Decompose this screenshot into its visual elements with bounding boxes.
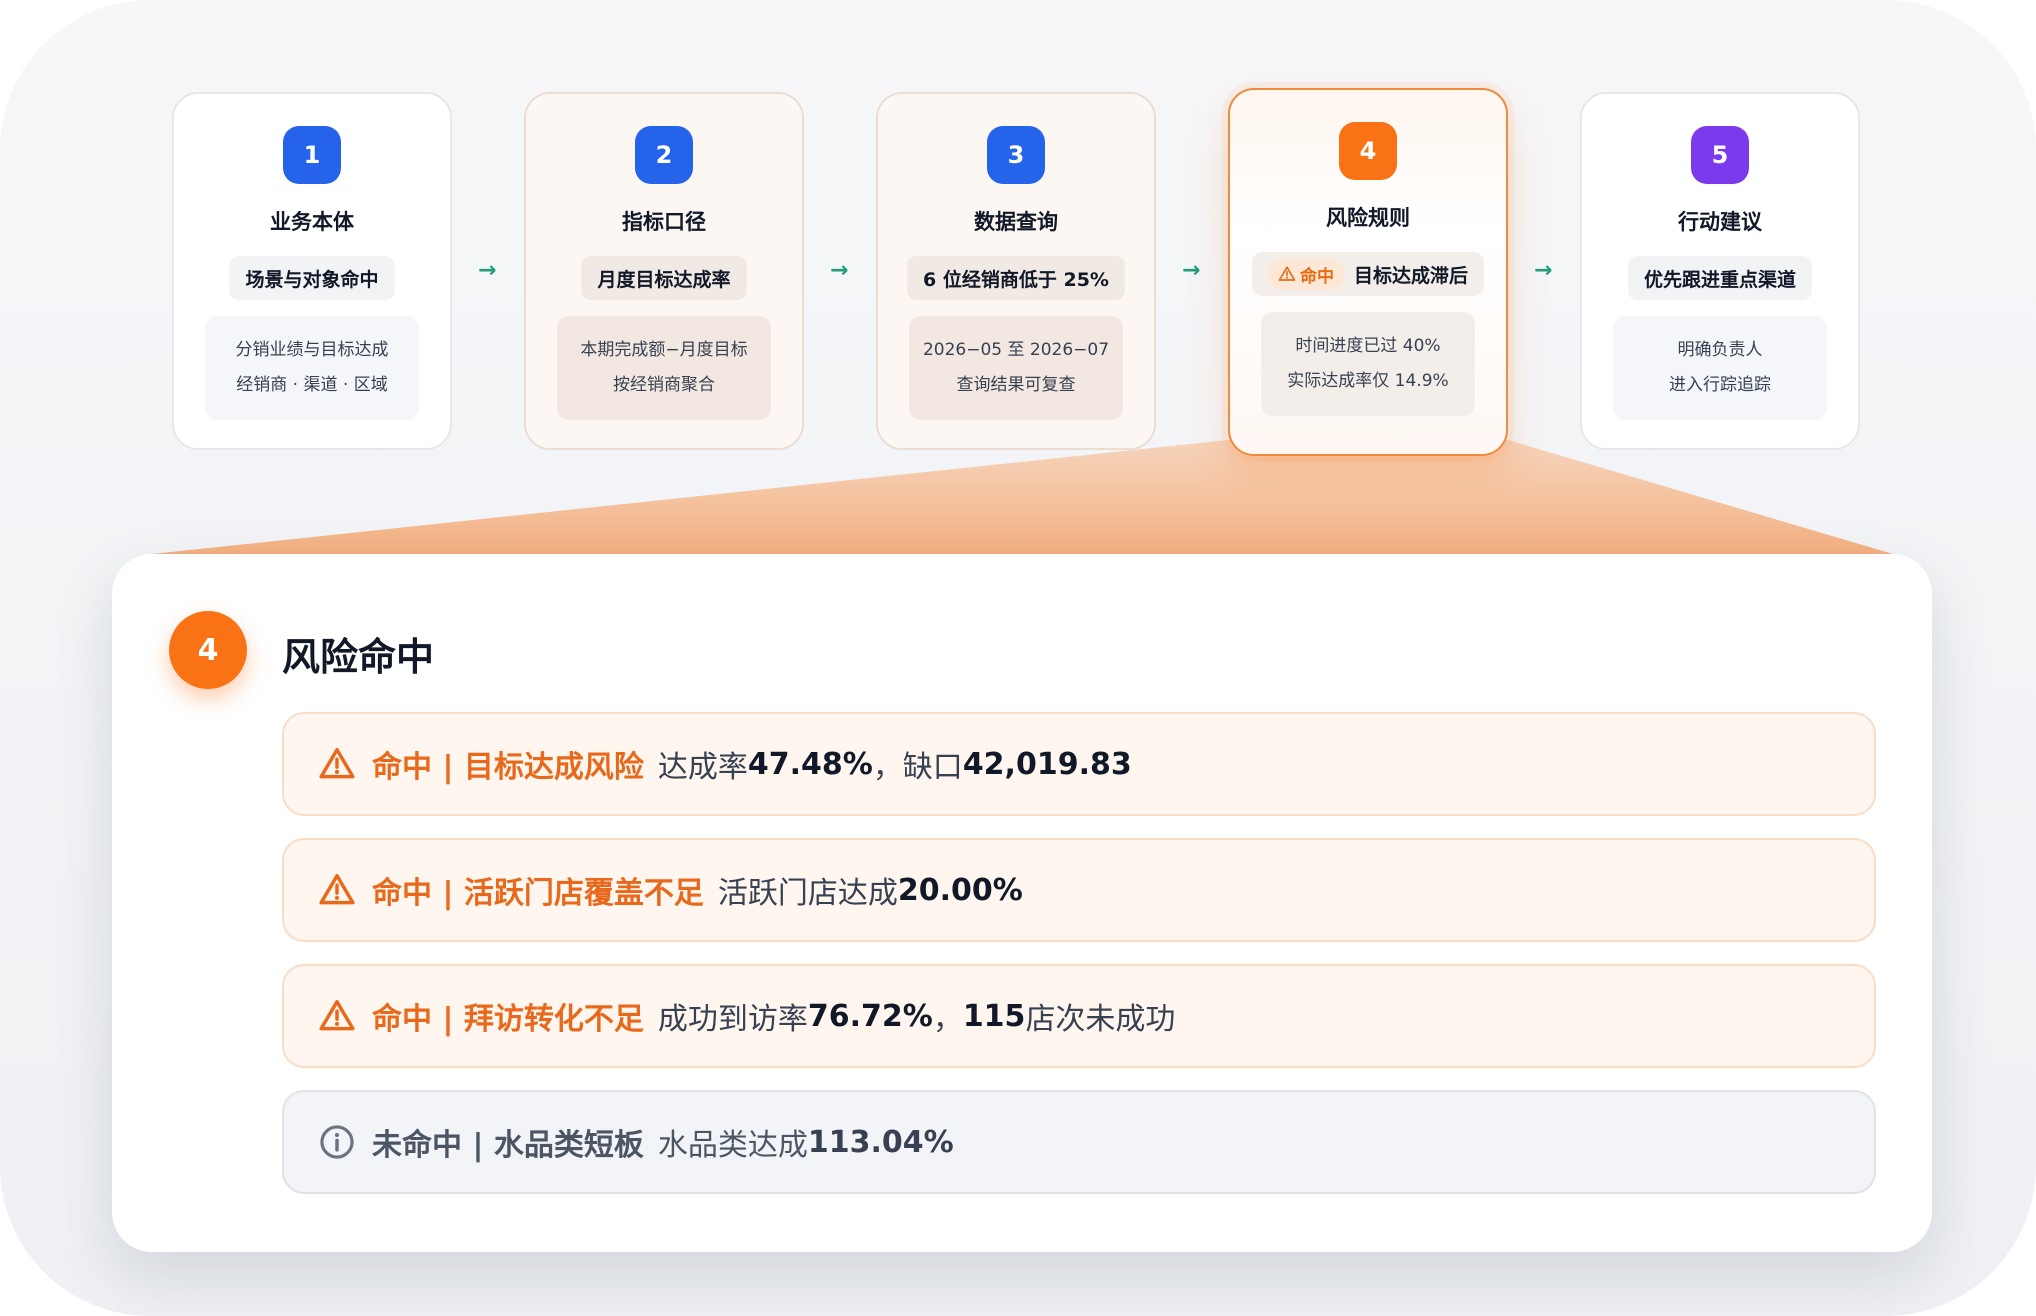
rule-text: 店次未成功 [1025, 1002, 1176, 1037]
rule-text: 水品类达成 [657, 1128, 808, 1163]
step-desc-line: 明确负责人 [1677, 340, 1763, 360]
step-desc-line: 分销业绩与目标达成 [235, 340, 389, 360]
rule-row-visit-conversion[interactable]: 命中 | 拜访转化不足 成功到访率 76.72% ， 115 店次未成功 [282, 964, 1876, 1068]
rule-value: 76.72% [807, 998, 933, 1034]
step-number-badge: 3 [987, 126, 1045, 184]
step-card-business-ontology[interactable]: 1 业务本体 场景与对象命中 分销业绩与目标达成 经销商 · 渠道 · 区域 [172, 92, 452, 450]
step-number-badge: 4 [1339, 122, 1397, 180]
rule-value: 115 [962, 998, 1026, 1034]
step-desc-line: 时间进度已过 40% [1295, 336, 1441, 356]
rule-text: ， [932, 1002, 963, 1037]
step-title: 行动建议 [1678, 210, 1762, 234]
step-tag: 6 位经销商低于 25% [907, 256, 1125, 300]
arrow-right-icon: → [478, 258, 497, 283]
step-tag-text: 目标达成滞后 [1353, 264, 1468, 287]
step-number-badge: 1 [283, 126, 341, 184]
step-description: 2026−05 至 2026−07 查询结果可复查 [909, 316, 1123, 420]
step-description: 时间进度已过 40% 实际达成率仅 14.9% [1261, 312, 1475, 416]
panel-step-badge: 4 [169, 611, 247, 689]
step-desc-line: 实际达成率仅 14.9% [1287, 371, 1449, 391]
warning-icon [319, 1000, 355, 1031]
canvas-frame: 1 业务本体 场景与对象命中 分销业绩与目标达成 经销商 · 渠道 · 区域 →… [0, 0, 2036, 1316]
rule-text: 活跃门店达成 [717, 876, 898, 911]
step-title: 风险规则 [1326, 206, 1410, 230]
rule-label: 命中 | 目标达成风险 [372, 750, 644, 785]
rule-text: 成功到访率 [657, 1002, 808, 1037]
warning-icon [1278, 266, 1296, 281]
step-desc-line: 按经销商聚合 [613, 375, 715, 395]
rule-value: 20.00% [897, 872, 1023, 908]
step-tag: 命中 目标达成滞后 [1251, 252, 1484, 296]
step-card-risk-rules[interactable]: 4 风险规则 命中 目标达成滞后 时间进度已过 40% 实际达成率仅 14.9% [1228, 88, 1508, 456]
rule-value: 42,019.83 [962, 746, 1132, 782]
panel-title: 风险命中 [282, 635, 435, 679]
step-desc-line: 2026−05 至 2026−07 [922, 340, 1110, 360]
step-title: 指标口径 [622, 210, 706, 234]
rule-row-water-category[interactable]: 未命中 | 水品类短板 水品类达成 113.04% [282, 1090, 1876, 1194]
step-tag-text: 月度目标达成率 [597, 268, 731, 291]
step-card-action-advice[interactable]: 5 行动建议 优先跟进重点渠道 明确负责人 进入行踪追踪 [1580, 92, 1860, 450]
step-description: 本期完成额−月度目标 按经销商聚合 [557, 316, 771, 420]
step-card-metric-definition[interactable]: 2 指标口径 月度目标达成率 本期完成额−月度目标 按经销商聚合 [524, 92, 804, 450]
arrow-right-icon: → [830, 258, 849, 283]
hit-chip-text: 命中 [1299, 266, 1334, 287]
rule-text: ，缺口 [872, 750, 963, 785]
warning-icon [319, 874, 355, 905]
rule-row-active-store-coverage[interactable]: 命中 | 活跃门店覆盖不足 活跃门店达成 20.00% [282, 838, 1876, 942]
rule-label: 未命中 | 水品类短板 [372, 1128, 644, 1163]
step-title: 业务本体 [270, 210, 354, 234]
step-tag: 月度目标达成率 [581, 256, 747, 300]
rule-value: 47.48% [747, 746, 873, 782]
step-tag-text: 优先跟进重点渠道 [1643, 268, 1796, 291]
info-icon [320, 1125, 354, 1159]
step-tag-text: 场景与对象命中 [245, 268, 379, 291]
step-title: 数据查询 [974, 210, 1058, 234]
risk-hit-panel: 4 风险命中 命中 | 目标达成风险 达成率 47.48% ，缺口 42,019… [112, 554, 1932, 1252]
rule-label: 命中 | 活跃门店覆盖不足 [372, 876, 704, 911]
step-desc-line: 经销商 · 渠道 · 区域 [236, 375, 388, 395]
step-description: 分销业绩与目标达成 经销商 · 渠道 · 区域 [205, 316, 419, 420]
step-description: 明确负责人 进入行踪追踪 [1613, 316, 1827, 420]
step-tag: 优先跟进重点渠道 [1627, 256, 1812, 300]
arrow-right-icon: → [1182, 258, 1201, 283]
rule-row-target-risk[interactable]: 命中 | 目标达成风险 达成率 47.48% ，缺口 42,019.83 [282, 712, 1876, 816]
step-number-badge: 5 [1691, 126, 1749, 184]
rule-text: 达成率 [657, 750, 748, 785]
step-desc-line: 进入行踪追踪 [1669, 375, 1771, 395]
step-number-badge: 2 [635, 126, 693, 184]
rule-label: 命中 | 拜访转化不足 [372, 1002, 644, 1037]
hit-chip: 命中 [1267, 258, 1344, 290]
step-tag: 场景与对象命中 [229, 256, 395, 300]
step-tag-text: 6 位经销商低于 25% [923, 268, 1109, 291]
rule-value: 113.04% [807, 1124, 954, 1160]
step-card-data-query[interactable]: 3 数据查询 6 位经销商低于 25% 2026−05 至 2026−07 查询… [876, 92, 1156, 450]
step-desc-line: 本期完成额−月度目标 [580, 340, 748, 360]
warning-icon [319, 748, 355, 779]
step-desc-line: 查询结果可复查 [956, 375, 1076, 395]
arrow-right-icon: → [1534, 258, 1553, 283]
